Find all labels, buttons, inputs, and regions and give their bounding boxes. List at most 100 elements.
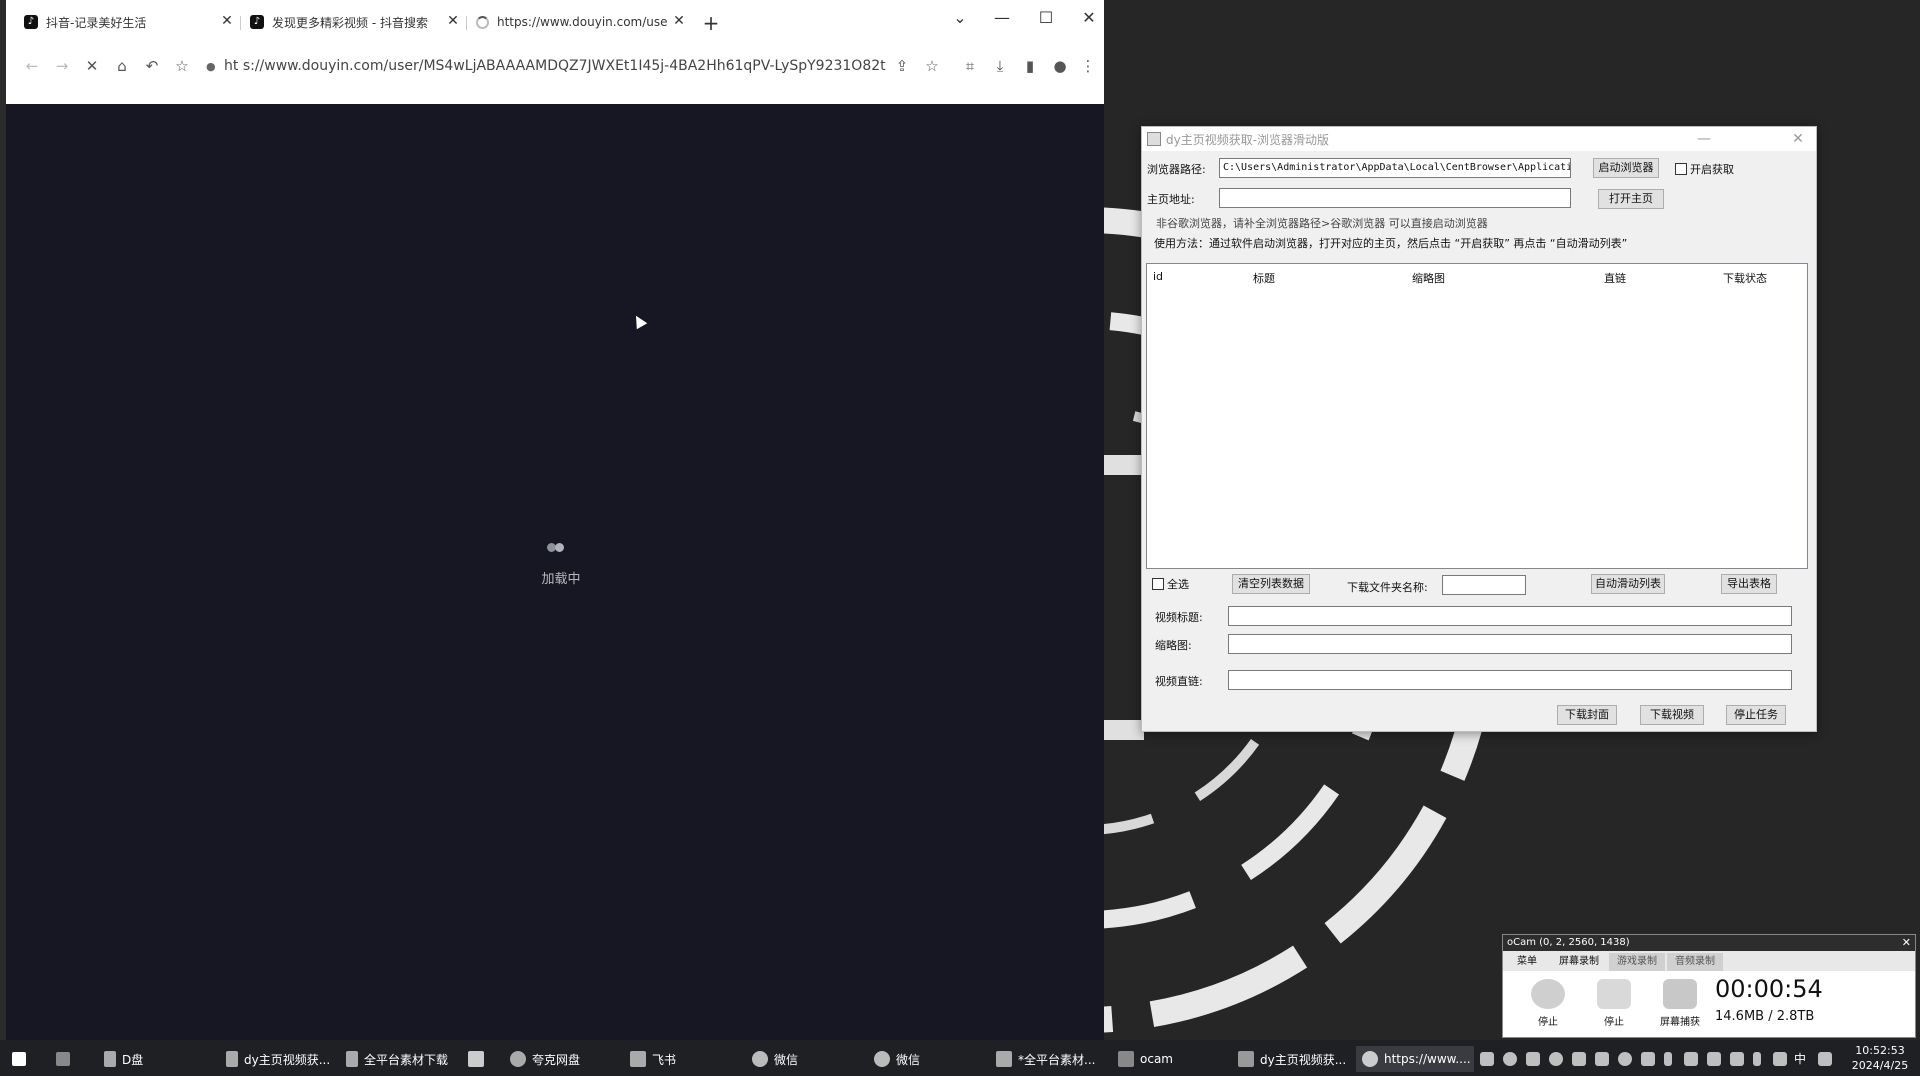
browser-path-input[interactable]: C:\Users\Administrator\AppData\Local\Cen…	[1219, 158, 1571, 178]
tray-app-icon[interactable]	[1549, 1052, 1563, 1066]
tab-douyin-search[interactable]: ♪ 发现更多精彩视频 - 抖音搜索 ✕	[250, 10, 462, 34]
minimize-icon[interactable]: —	[988, 6, 1016, 30]
close-tab-icon[interactable]: ✕	[670, 12, 688, 30]
checkbox-box[interactable]	[1675, 163, 1687, 175]
download-icon[interactable]: ⤓	[988, 54, 1012, 78]
tray-app-icon[interactable]	[1684, 1052, 1698, 1066]
column-header-direct-link[interactable]: 直链	[1604, 270, 1626, 286]
tab-separator	[466, 16, 467, 30]
taskbar-item-label: 夸克网盘	[532, 1052, 581, 1067]
ocam-tool-label: 屏幕捕获	[1660, 1017, 1700, 1028]
tray-app-icon[interactable]	[1707, 1052, 1721, 1066]
ocam-title: oCam (0, 2, 2560, 1438) ✕	[1503, 935, 1915, 951]
tray-wechat-icon[interactable]	[1618, 1052, 1632, 1066]
auto-scroll-list-button[interactable]: 自动滑动列表	[1591, 574, 1665, 594]
tab-douyin-user[interactable]: https://www.douyin.com/user ✕	[476, 10, 688, 34]
ocam-tab-screen-record[interactable]: 屏幕录制	[1551, 953, 1607, 971]
close-window-icon[interactable]: ✕	[1075, 6, 1103, 30]
taskbar-item-wechat-1[interactable]: 微信	[752, 1046, 798, 1072]
close-icon[interactable]: ✕	[1788, 129, 1808, 149]
hint-line-2: 使用方法：通过软件启动浏览器，打开对应的主页，然后点击 “开启获取” 再点击 “…	[1154, 237, 1628, 250]
folder-name-input[interactable]	[1442, 575, 1526, 595]
tab-douyin-home[interactable]: ♪ 抖音-记录美好生活 ✕	[24, 10, 236, 34]
menu-kebab-icon[interactable]: ⋮	[1076, 54, 1100, 78]
stop-task-button[interactable]: 停止任务	[1726, 705, 1786, 725]
clear-list-button[interactable]: 清空列表数据	[1232, 574, 1310, 594]
microphone-icon[interactable]	[1753, 1052, 1761, 1066]
taskbar-item-wechat-2[interactable]: 微信	[874, 1046, 920, 1072]
column-header-download-status[interactable]: 下载状态	[1723, 270, 1767, 286]
home-icon[interactable]: ⌂	[110, 54, 134, 78]
column-header-id[interactable]: id	[1153, 270, 1163, 283]
network-icon[interactable]	[1773, 1052, 1787, 1066]
tray-app-icon[interactable]	[1641, 1052, 1655, 1066]
taskbar-item-browser[interactable]: https://www....	[1356, 1046, 1474, 1072]
enable-fetch-checkbox[interactable]: 开启获取	[1675, 161, 1734, 177]
sidebar-icon[interactable]: ▮	[1018, 54, 1042, 78]
start-button[interactable]	[12, 1046, 32, 1072]
address-bar[interactable]: ● ht s://www.douyin.com/user/MS4wLjABAAAA…	[206, 54, 886, 78]
video-list[interactable]: id 标题 缩略图 直链 下载状态	[1146, 263, 1808, 569]
thumbnail-input[interactable]	[1228, 634, 1792, 654]
tray-wechat-icon[interactable]	[1526, 1052, 1540, 1066]
close-tab-icon[interactable]: ✕	[218, 12, 236, 30]
ocam-tab-menu[interactable]: 菜单	[1509, 953, 1545, 971]
taskbar-item-feishu[interactable]: 飞书	[630, 1046, 676, 1072]
download-cover-button[interactable]: 下载封面	[1557, 705, 1617, 725]
ocam-stop-record-button[interactable]: 停止	[1523, 979, 1573, 1028]
star-icon[interactable]: ☆	[920, 54, 944, 78]
crop-icon[interactable]: ⌗	[958, 54, 982, 78]
select-all-checkbox[interactable]: 全选	[1152, 576, 1189, 592]
launch-browser-button[interactable]: 启动浏览器	[1593, 158, 1659, 178]
bookmark-star-icon[interactable]: ☆	[170, 54, 194, 78]
ocam-tab-audio-record[interactable]: 音频录制	[1667, 953, 1723, 971]
video-title-input[interactable]	[1228, 606, 1792, 626]
taskbar-item-label: 微信	[774, 1052, 799, 1067]
download-video-button[interactable]: 下载视频	[1640, 705, 1704, 725]
app-icon	[346, 1051, 358, 1067]
ocam-tab-game-record[interactable]: 游戏录制	[1609, 953, 1665, 971]
tray-app-icon[interactable]	[1572, 1052, 1586, 1066]
taskbar-item-dy-app-1[interactable]: dy主页视频获...	[226, 1046, 330, 1072]
task-view-button[interactable]	[56, 1046, 76, 1072]
usb-icon[interactable]	[1664, 1052, 1672, 1066]
column-header-thumbnail[interactable]: 缩略图	[1412, 270, 1445, 286]
undo-icon[interactable]: ↶	[140, 54, 164, 78]
taskbar-item-dy-app-2[interactable]: dy主页视频获...	[1238, 1046, 1346, 1072]
forward-icon[interactable]: →	[50, 54, 74, 78]
new-tab-button[interactable]: +	[700, 12, 722, 34]
ocam-screenshot-button[interactable]: 屏幕捕获	[1655, 979, 1705, 1028]
profile-icon[interactable]: ●	[1048, 54, 1072, 78]
tray-cloud-icon[interactable]	[1595, 1052, 1609, 1066]
direct-link-input[interactable]	[1228, 670, 1792, 690]
taskbar-item-store[interactable]	[468, 1046, 490, 1072]
tab-search-chevron-icon[interactable]: ⌄	[946, 6, 974, 30]
tray-app-icon[interactable]	[1730, 1052, 1744, 1066]
ime-indicator[interactable]: 中	[1794, 1048, 1806, 1068]
wechat-icon	[874, 1051, 890, 1067]
ocam-pause-button[interactable]: 停止	[1589, 979, 1639, 1028]
export-table-button[interactable]: 导出表格	[1721, 574, 1777, 594]
taskbar-item-quark-drive[interactable]: 夸克网盘	[510, 1046, 580, 1072]
stop-loading-icon[interactable]: ✕	[80, 54, 104, 78]
clock[interactable]: 10:52:53 2024/4/25	[1848, 1043, 1912, 1073]
tray-app-icon[interactable]	[1503, 1052, 1517, 1066]
minimize-icon[interactable]: —	[1694, 129, 1714, 149]
taskbar-item-d-drive[interactable]: D盘	[104, 1046, 143, 1072]
notification-icon[interactable]	[1818, 1052, 1832, 1066]
taskbar-item-all-platform-download[interactable]: 全平台素材下载	[346, 1046, 448, 1072]
taskbar-item-ocam[interactable]: ocam	[1118, 1046, 1173, 1072]
taskbar-item-label: https://www....	[1384, 1052, 1471, 1066]
share-icon[interactable]: ⇪	[890, 54, 914, 78]
homepage-input[interactable]	[1219, 188, 1571, 208]
close-tab-icon[interactable]: ✕	[444, 12, 462, 30]
open-homepage-button[interactable]: 打开主页	[1598, 189, 1664, 209]
back-icon[interactable]: ←	[20, 54, 44, 78]
maximize-icon[interactable]: ☐	[1032, 6, 1060, 30]
column-header-title[interactable]: 标题	[1253, 270, 1275, 286]
taskbar-item-all-platform-notepad[interactable]: *全平台素材...	[996, 1046, 1095, 1072]
close-icon[interactable]: ✕	[1902, 935, 1911, 951]
loading-spinner-icon	[476, 15, 489, 29]
tray-app-icon[interactable]	[1480, 1052, 1494, 1066]
checkbox-box[interactable]	[1152, 578, 1164, 590]
